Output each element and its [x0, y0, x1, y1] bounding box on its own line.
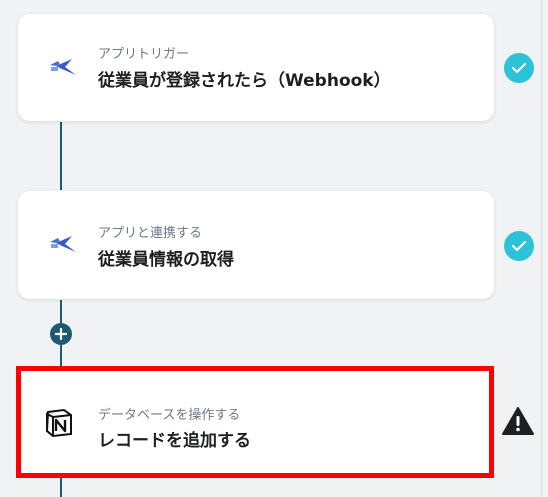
step-type-label: アプリトリガー	[98, 47, 190, 62]
step-type-label: アプリと連携する	[98, 226, 203, 241]
step-title: 従業員情報の取得	[98, 250, 234, 270]
flow-connector	[60, 478, 62, 497]
check-circle-icon	[504, 231, 534, 261]
step-title: レコードを追加する	[98, 431, 251, 451]
notion-icon	[45, 408, 72, 438]
flow-step-add-record[interactable]: データベースを操作する レコードを追加する	[16, 366, 494, 478]
flow-step-trigger[interactable]: アプリトリガー 従業員が登録されたら（Webhook）	[18, 14, 494, 121]
flow-step-get-employee[interactable]: アプリと連携する 従業員情報の取得	[18, 191, 494, 299]
plus-circle-icon[interactable]	[50, 323, 72, 345]
flow-canvas: アプリトリガー 従業員が登録されたら（Webhook） アプリと連携する 従業員…	[0, 0, 548, 497]
flow-connector	[60, 122, 62, 190]
step-type-label: データベースを操作する	[98, 408, 241, 423]
check-circle-icon	[504, 53, 534, 83]
step-title: 従業員が登録されたら（Webhook）	[98, 71, 391, 91]
swallow-bird-icon	[50, 236, 76, 252]
swallow-bird-icon	[50, 59, 76, 75]
panel-divider	[541, 0, 542, 497]
warning-triangle-icon	[502, 407, 534, 435]
